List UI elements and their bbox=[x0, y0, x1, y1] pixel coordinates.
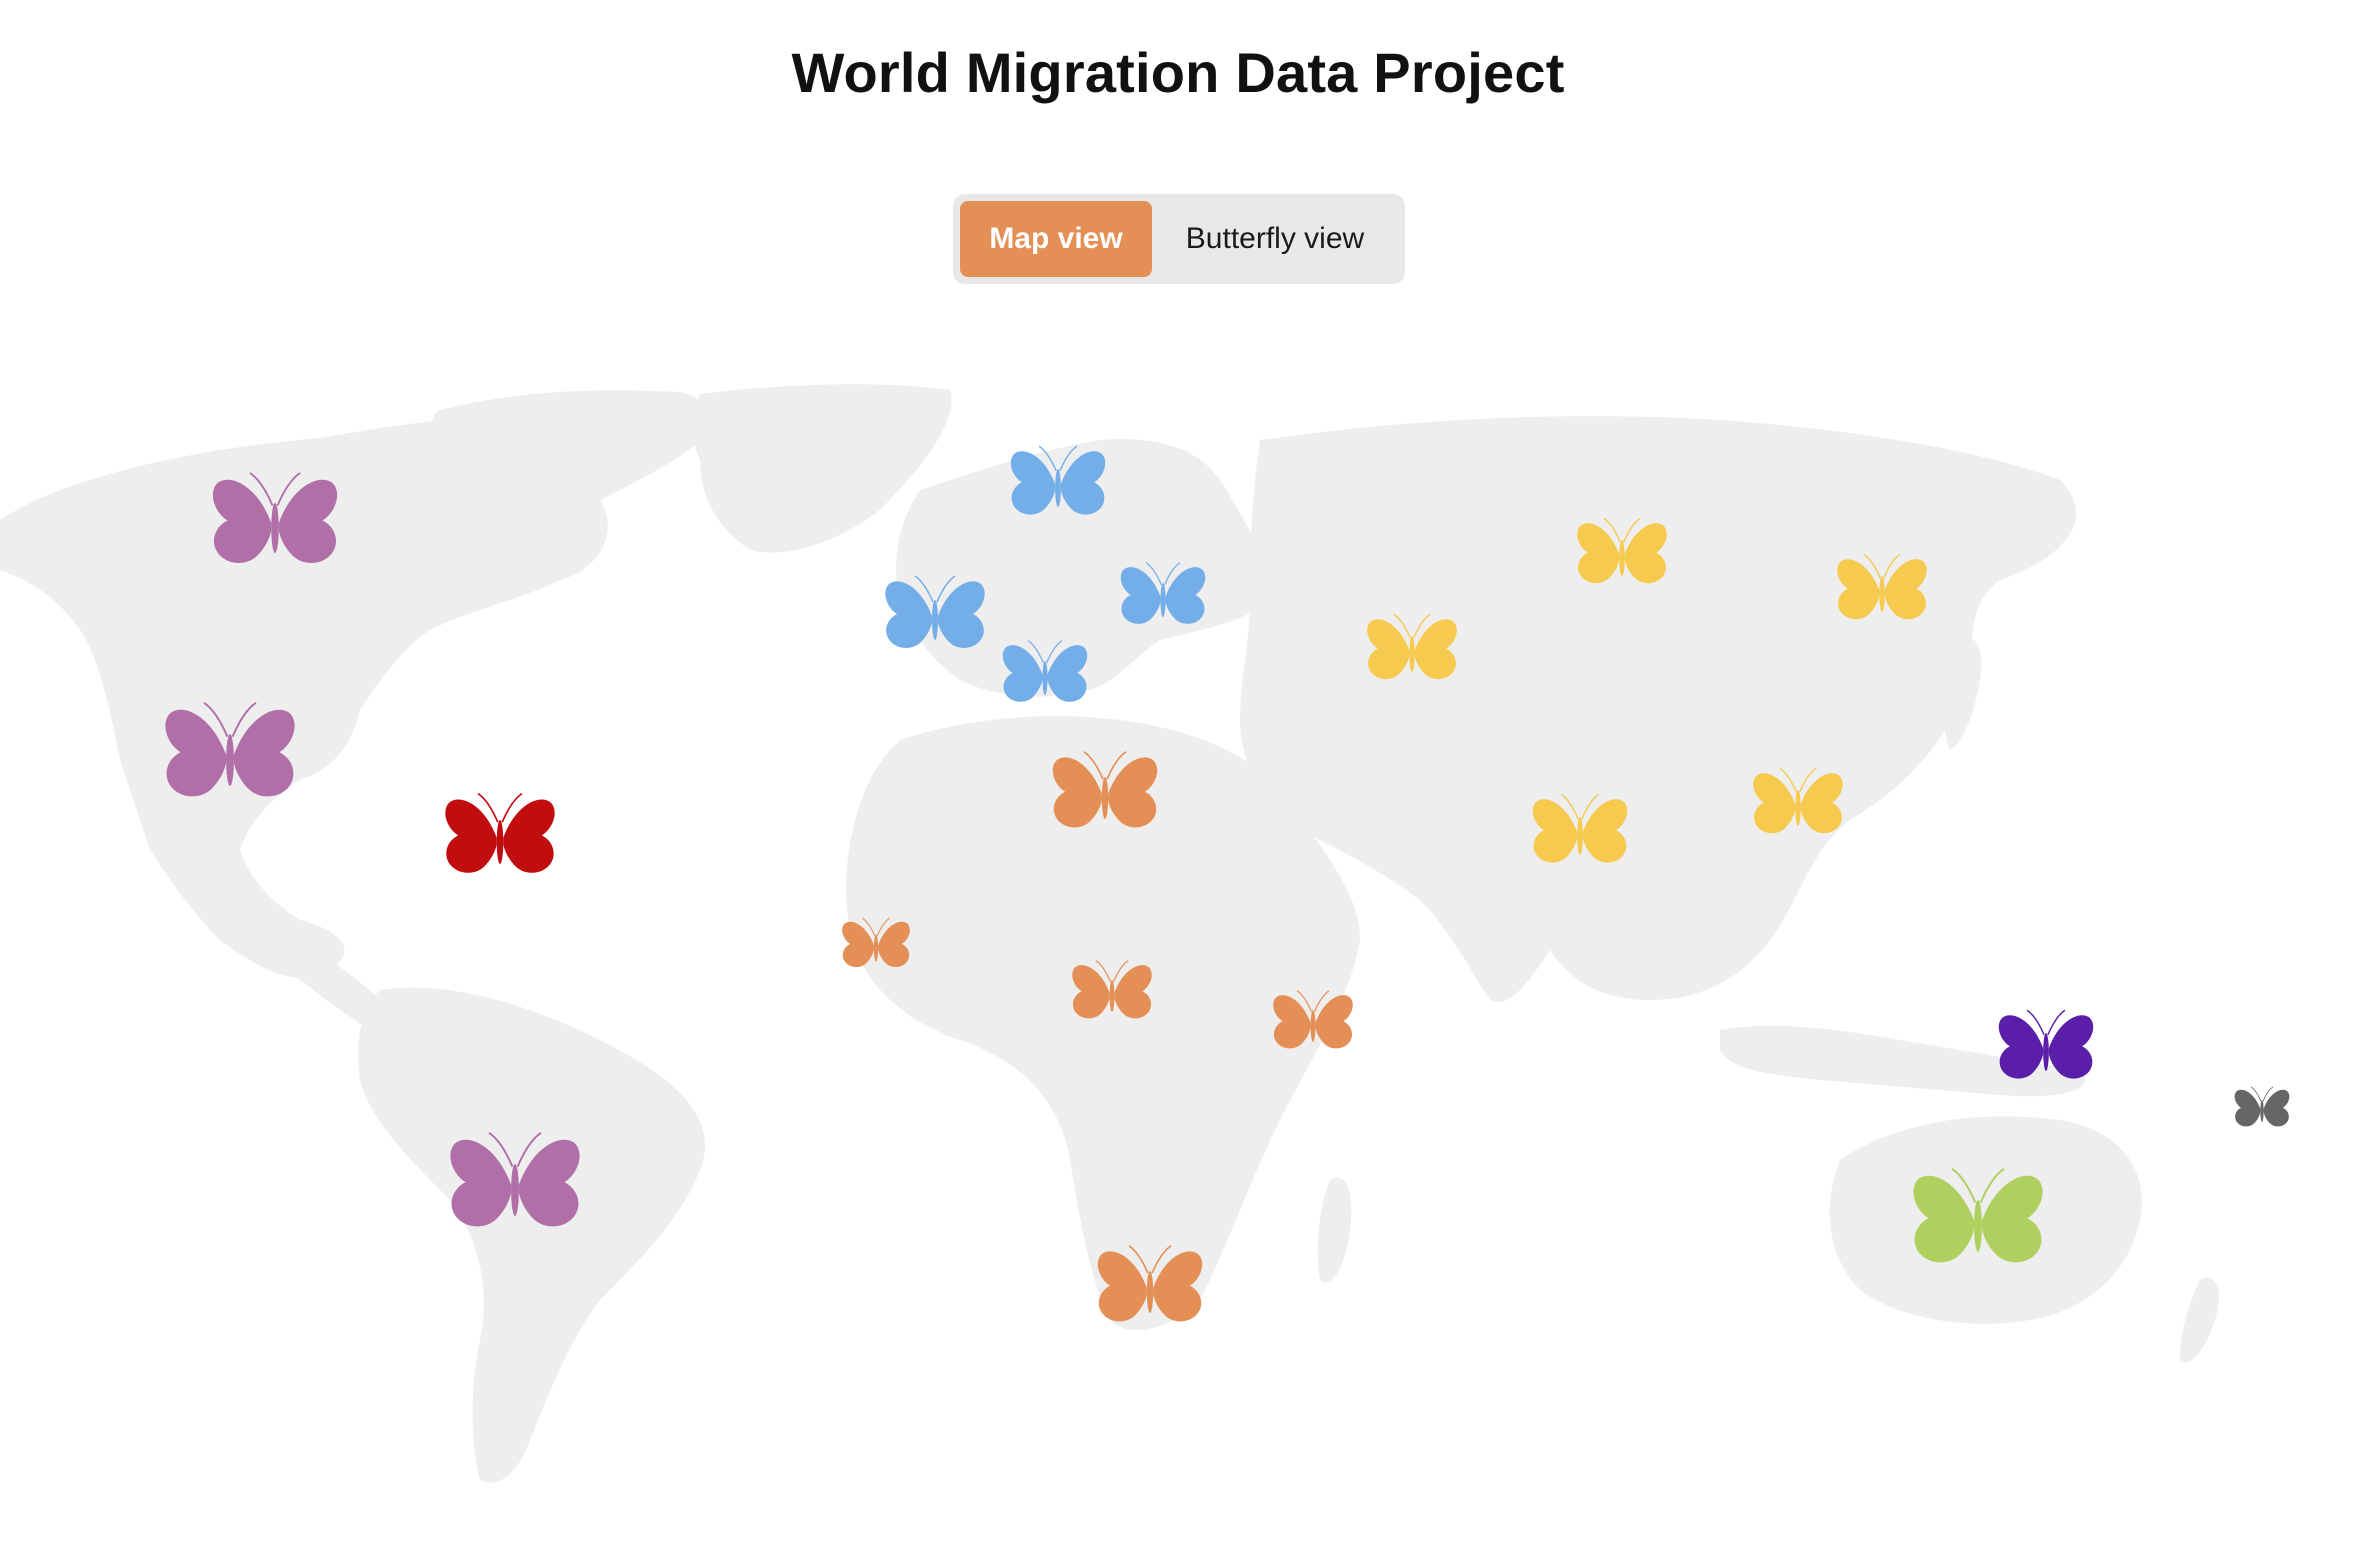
butterfly-body bbox=[1160, 583, 1166, 617]
page-title: World Migration Data Project bbox=[791, 41, 1565, 104]
butterfly-body bbox=[1409, 636, 1415, 672]
land-new-zealand bbox=[2180, 1277, 2220, 1363]
butterfly-right-wing bbox=[445, 799, 497, 873]
butterfly-body bbox=[2260, 1100, 2264, 1122]
land-madagascar bbox=[1317, 1177, 1352, 1283]
butterfly-body bbox=[496, 820, 504, 864]
butterfly-body bbox=[1310, 1010, 1316, 1042]
butterfly-view-button[interactable]: Butterfly view bbox=[1152, 201, 1398, 277]
butterfly-icon-pacific[interactable] bbox=[2234, 1086, 2290, 1127]
butterfly-right-wing bbox=[2234, 1089, 2261, 1127]
butterfly-body bbox=[1109, 980, 1115, 1012]
butterfly-body bbox=[932, 600, 938, 640]
butterfly-body bbox=[1042, 661, 1048, 695]
butterfly-body bbox=[1055, 469, 1061, 507]
butterfly-body bbox=[271, 503, 279, 553]
butterfly-left-wing bbox=[503, 799, 555, 873]
butterfly-body bbox=[511, 1164, 519, 1216]
butterfly-body bbox=[1101, 777, 1109, 819]
butterfly-body bbox=[873, 934, 879, 962]
land-south-america bbox=[358, 987, 706, 1483]
butterfly-body bbox=[1577, 817, 1583, 855]
butterfly-body bbox=[1619, 540, 1625, 576]
butterfly-body bbox=[1146, 1271, 1154, 1313]
butterfly-icon-melanesia[interactable] bbox=[1998, 1009, 2094, 1079]
butterfly-icon-caribbean[interactable] bbox=[445, 792, 555, 873]
butterfly-body bbox=[1795, 790, 1801, 826]
butterfly-left-wing bbox=[2263, 1089, 2290, 1127]
butterfly-body bbox=[1879, 576, 1885, 612]
world-map-svg bbox=[0, 384, 2290, 1483]
land-north-america bbox=[0, 405, 708, 979]
butterfly-body bbox=[2043, 1033, 2049, 1071]
world-map bbox=[0, 380, 2356, 1510]
map-view-button[interactable]: Map view bbox=[960, 201, 1152, 277]
butterfly-body bbox=[1974, 1200, 1982, 1252]
butterfly-body bbox=[226, 734, 234, 786]
view-toggle: Map view Butterfly view bbox=[953, 194, 1405, 284]
